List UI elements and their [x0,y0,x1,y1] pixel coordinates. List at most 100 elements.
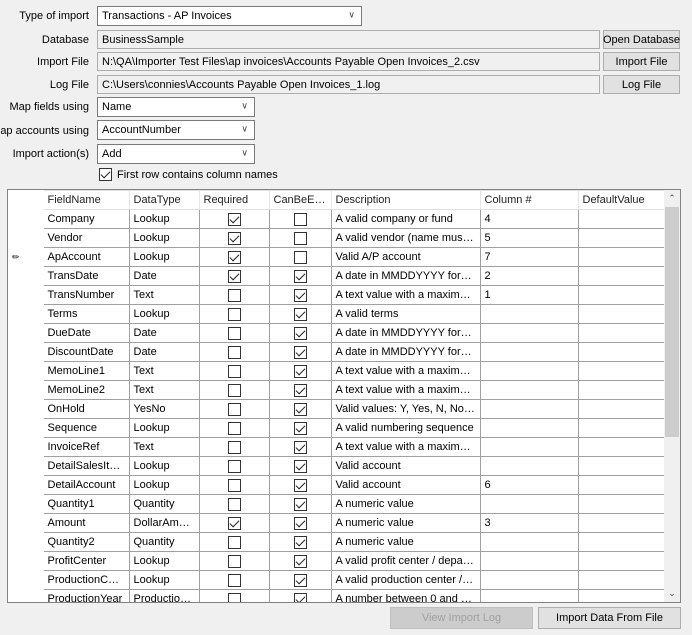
cell-canbeempty[interactable] [268,494,332,514]
cell-description[interactable]: A valid production center / locati... [330,570,481,590]
cell-column-number[interactable]: 1 [479,285,579,305]
cell-fieldname[interactable]: Quantity1 [42,494,130,514]
cell-fieldname[interactable]: Company [42,209,130,229]
cell-canbeempty[interactable] [268,285,332,305]
cell-fieldname[interactable]: ProfitCenter [42,551,130,571]
cell-description[interactable]: A valid numbering sequence [330,418,481,438]
required-checkbox[interactable] [227,326,241,340]
cell-required[interactable] [198,247,270,267]
row-header[interactable] [8,494,44,514]
cell-canbeempty[interactable] [268,513,332,533]
cell-canbeempty[interactable] [268,589,332,602]
row-header[interactable]: ✏ [8,247,44,267]
cell-defaultvalue[interactable] [577,456,667,476]
row-header[interactable] [8,304,44,324]
cell-defaultvalue[interactable] [577,570,667,590]
cell-datatype[interactable]: Lookup [128,551,200,571]
cell-column-number[interactable] [479,494,579,514]
cell-required[interactable] [198,513,270,533]
cell-required[interactable] [198,551,270,571]
cell-canbeempty[interactable] [268,228,332,248]
row-header[interactable] [8,323,44,343]
cell-datatype[interactable]: Lookup [128,209,200,229]
cell-defaultvalue[interactable] [577,532,667,552]
cell-defaultvalue[interactable] [577,475,667,495]
cell-canbeempty[interactable] [268,399,332,419]
row-header[interactable] [8,551,44,571]
cell-required[interactable] [198,361,270,381]
cell-datatype[interactable]: Date [128,342,200,362]
cell-description[interactable]: Valid A/P account [330,247,481,267]
cell-datatype[interactable]: Text [128,437,200,457]
cell-canbeempty[interactable] [268,380,332,400]
cell-defaultvalue[interactable] [577,551,667,571]
cell-required[interactable] [198,437,270,457]
canbeempty-checkbox[interactable] [293,250,307,264]
cell-datatype[interactable]: Lookup [128,228,200,248]
cell-column-number[interactable]: 3 [479,513,579,533]
cell-column-number[interactable] [479,399,579,419]
cell-datatype[interactable]: Quantity [128,532,200,552]
cell-column-number[interactable]: 6 [479,475,579,495]
cell-column-number[interactable] [479,532,579,552]
cell-fieldname[interactable]: TransNumber [42,285,130,305]
row-header[interactable] [8,361,44,381]
cell-canbeempty[interactable] [268,532,332,552]
cell-canbeempty[interactable] [268,456,332,476]
cell-canbeempty[interactable] [268,247,332,267]
required-checkbox[interactable] [227,421,241,435]
cell-required[interactable] [198,342,270,362]
required-checkbox[interactable] [227,212,241,226]
import-data-button[interactable]: Import Data From File [538,607,681,629]
cell-description[interactable]: A numeric value [330,532,481,552]
cell-column-number[interactable]: 5 [479,228,579,248]
cell-fieldname[interactable]: MemoLine1 [42,361,130,381]
canbeempty-checkbox[interactable] [293,573,307,587]
cell-datatype[interactable]: Date [128,323,200,343]
cell-description[interactable]: A date in MMDDYYYY format, d... [330,323,481,343]
type-of-import-select[interactable]: Transactions - AP Invoices ∨ [97,6,362,26]
cell-datatype[interactable]: Lookup [128,418,200,438]
cell-defaultvalue[interactable] [577,304,667,324]
cell-fieldname[interactable]: Terms [42,304,130,324]
vertical-scrollbar[interactable]: ⌃ ⌄ [664,190,680,602]
cell-canbeempty[interactable] [268,475,332,495]
required-checkbox[interactable] [227,459,241,473]
cell-defaultvalue[interactable] [577,437,667,457]
canbeempty-checkbox[interactable] [293,212,307,226]
cell-defaultvalue[interactable] [577,399,667,419]
cell-required[interactable] [198,228,270,248]
cell-required[interactable] [198,399,270,419]
canbeempty-checkbox[interactable] [293,364,307,378]
col-header-canbeempty[interactable]: CanBeEmpty [268,190,332,210]
cell-datatype[interactable]: Lookup [128,456,200,476]
cell-column-number[interactable]: 7 [479,247,579,267]
table-row[interactable]: MemoLine2 Text A text value with a maximum… [8,380,667,400]
map-accounts-select[interactable]: AccountNumber ∨ [97,120,255,140]
cell-description[interactable]: A valid profit center / department [330,551,481,571]
cell-canbeempty[interactable] [268,209,332,229]
import-actions-select[interactable]: Add ∨ [97,144,255,164]
required-checkbox[interactable] [227,269,241,283]
cell-fieldname[interactable]: DueDate [42,323,130,343]
row-header[interactable] [8,228,44,248]
col-header-description[interactable]: Description [330,190,481,210]
cell-description[interactable]: A numeric value [330,494,481,514]
cell-column-number[interactable] [479,323,579,343]
cell-datatype[interactable]: Lookup [128,304,200,324]
cell-fieldname[interactable]: TransDate [42,266,130,286]
canbeempty-checkbox[interactable] [293,402,307,416]
row-header[interactable] [8,399,44,419]
cell-description[interactable]: Valid values: Y, Yes, N, No, N, T... [330,399,481,419]
required-checkbox[interactable] [227,231,241,245]
cell-defaultvalue[interactable] [577,418,667,438]
cell-datatype[interactable]: Quantity [128,494,200,514]
first-row-checkbox[interactable]: First row contains column names [99,168,278,181]
cell-description[interactable]: Valid account [330,456,481,476]
cell-datatype[interactable]: Text [128,285,200,305]
map-fields-select[interactable]: Name ∨ [97,97,255,117]
cell-fieldname[interactable]: ProductionCenter [42,570,130,590]
cell-description[interactable]: A date in MMDDYYYY format, d... [330,266,481,286]
cell-column-number[interactable] [479,437,579,457]
cell-description[interactable]: A text value with a maximum leng... [330,285,481,305]
